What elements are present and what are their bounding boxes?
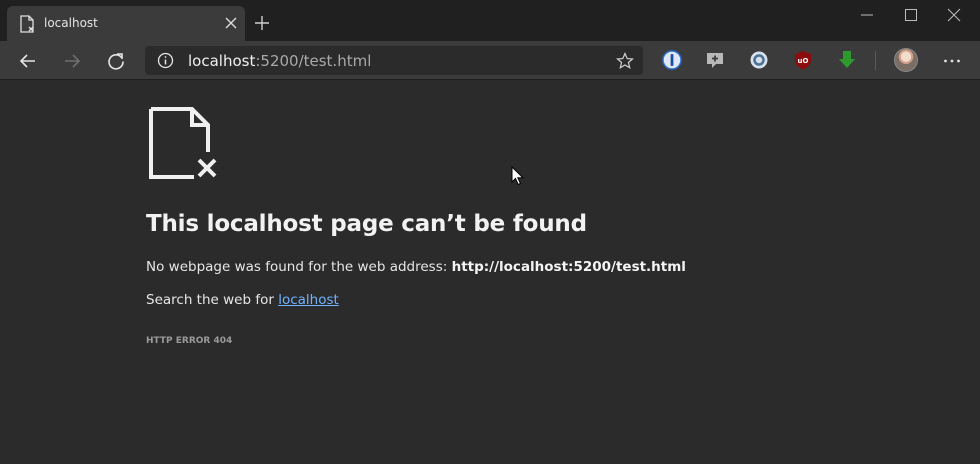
back-arrow-icon[interactable] xyxy=(18,51,38,71)
profile-avatar[interactable] xyxy=(894,48,918,72)
close-tab-icon[interactable] xyxy=(223,15,239,31)
info-icon[interactable] xyxy=(157,52,174,69)
download-extension-icon[interactable] xyxy=(836,49,858,71)
svg-text:uO: uO xyxy=(798,57,809,65)
comment-extension-icon[interactable] xyxy=(704,49,726,71)
error-title: This localhost page can’t be found xyxy=(146,211,587,237)
broken-page-icon xyxy=(149,107,217,179)
address-path: :5200/test.html xyxy=(255,52,372,70)
password-manager-extension-icon[interactable] xyxy=(661,49,683,71)
error-description: No webpage was found for the web address… xyxy=(146,259,686,275)
ublock-origin-icon[interactable]: uO xyxy=(792,49,814,71)
tab-localhost[interactable]: localhost xyxy=(7,6,245,41)
maximize-icon[interactable] xyxy=(903,7,919,23)
search-link[interactable]: localhost xyxy=(278,292,339,308)
toolbar-separator xyxy=(875,51,876,70)
tab-title: localhost xyxy=(44,16,98,30)
broken-page-icon xyxy=(20,15,34,33)
circle-extension-icon[interactable] xyxy=(748,49,770,71)
forward-arrow-icon[interactable] xyxy=(62,51,82,71)
minimize-icon[interactable] xyxy=(859,7,875,23)
error-url: http://localhost:5200/test.html xyxy=(451,259,686,275)
error-code: HTTP ERROR 404 xyxy=(146,336,233,346)
mouse-cursor-icon xyxy=(511,166,525,186)
star-icon[interactable] xyxy=(616,52,634,70)
search-suggestion: Search the web for localhost xyxy=(146,292,339,308)
toolbar: localhost:5200/test.html uO xyxy=(0,41,980,80)
address-text: localhost:5200/test.html xyxy=(188,52,371,70)
tab-strip: localhost xyxy=(0,0,980,41)
refresh-icon[interactable] xyxy=(106,51,126,71)
more-icon[interactable] xyxy=(942,51,962,71)
close-window-icon[interactable] xyxy=(946,7,962,23)
search-suggestion-text: Search the web for xyxy=(146,292,279,308)
error-page: This localhost page can’t be found No we… xyxy=(0,81,980,464)
address-host: localhost xyxy=(188,52,256,70)
error-description-text: No webpage was found for the web address… xyxy=(146,259,452,275)
new-tab-icon[interactable] xyxy=(254,15,270,31)
address-bar[interactable]: localhost:5200/test.html xyxy=(145,46,643,75)
